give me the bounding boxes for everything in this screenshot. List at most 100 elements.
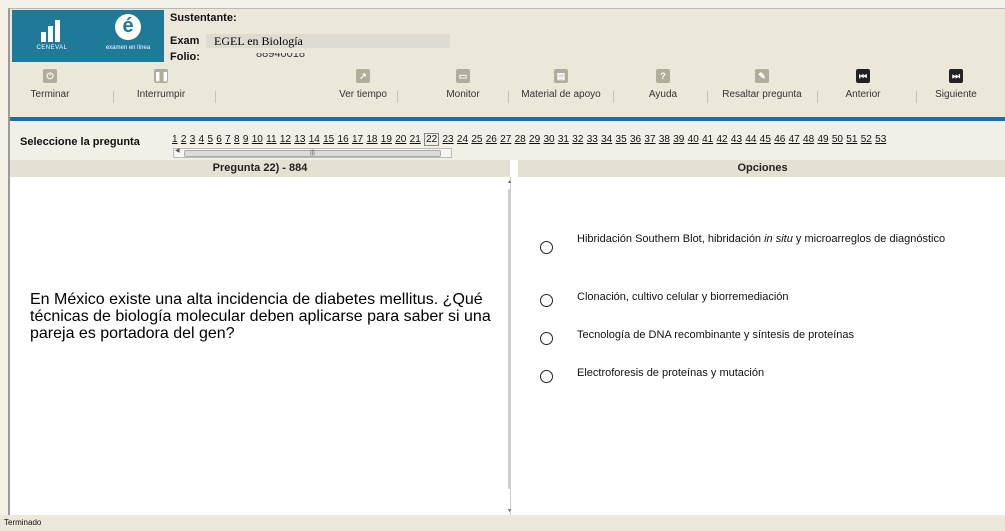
question-link-33[interactable]: 33 — [587, 134, 598, 145]
question-scrollbar[interactable]: ▲ ▼ — [506, 179, 514, 514]
question-link-19[interactable]: 19 — [381, 134, 392, 145]
scroll-left-icon[interactable]: ◀ — [175, 147, 180, 154]
scrollbar-thumb[interactable]: ||| — [184, 150, 441, 157]
option-3-radio[interactable] — [540, 332, 553, 345]
question-link-53[interactable]: 53 — [875, 134, 886, 145]
question-link-29[interactable]: 29 — [529, 134, 540, 145]
question-link-9[interactable]: 9 — [243, 134, 249, 145]
examen-value: EGEL en Biología — [206, 34, 450, 48]
material-apoyo-label: Material de apoyo — [521, 89, 601, 100]
ver-tiempo-button[interactable]: ↗ Ver tiempo — [328, 69, 398, 111]
interrumpir-button[interactable]: ❚❚ Interrumpir — [126, 69, 196, 111]
terminar-button[interactable]: ⏻ Terminar — [20, 69, 80, 111]
scroll-up-icon[interactable]: ▲ — [507, 179, 512, 185]
options-pane: Hibridación Southern Blot, hibridación i… — [518, 177, 1005, 516]
question-link-50[interactable]: 50 — [832, 134, 843, 145]
question-link-17[interactable]: 17 — [352, 134, 363, 145]
pause-icon: ❚❚ — [154, 69, 170, 83]
question-link-13[interactable]: 13 — [294, 134, 305, 145]
header: CENEVAL é examen en línea Sustentante: E… — [10, 9, 1005, 65]
toolbar: ⏻ Terminar ❚❚ Interrumpir ↗ Ver tiempo ▭… — [10, 65, 1005, 117]
question-link-35[interactable]: 35 — [616, 134, 627, 145]
option-2-radio[interactable] — [540, 294, 553, 307]
ayuda-label: Ayuda — [648, 89, 678, 100]
question-link-23[interactable]: 23 — [442, 134, 453, 145]
question-link-22[interactable]: 22 — [424, 133, 440, 146]
question-link-3[interactable]: 3 — [190, 134, 196, 145]
siguiente-label: Siguiente — [935, 89, 977, 100]
question-link-39[interactable]: 39 — [673, 134, 684, 145]
question-link-36[interactable]: 36 — [630, 134, 641, 145]
option-1-radio[interactable] — [540, 241, 553, 254]
material-apoyo-button[interactable]: ▤ Material de apoyo — [513, 69, 609, 111]
question-link-46[interactable]: 46 — [774, 134, 785, 145]
help-icon: ? — [656, 69, 670, 83]
previous-icon: ⏮ — [856, 69, 870, 83]
question-link-43[interactable]: 43 — [731, 134, 742, 145]
question-link-8[interactable]: 8 — [234, 134, 240, 145]
folio-value: 88940018 — [256, 53, 305, 58]
question-link-44[interactable]: 44 — [745, 134, 756, 145]
question-link-7[interactable]: 7 — [225, 134, 231, 145]
question-link-42[interactable]: 42 — [717, 134, 728, 145]
question-link-16[interactable]: 16 — [338, 134, 349, 145]
question-link-5[interactable]: 5 — [207, 134, 213, 145]
option-3-text: Tecnología de DNA recombinante y síntesi… — [577, 329, 854, 341]
question-link-2[interactable]: 2 — [181, 134, 187, 145]
question-link-15[interactable]: 15 — [323, 134, 334, 145]
e-logo-icon: é — [115, 14, 141, 40]
power-icon: ⏻ — [43, 69, 57, 83]
scroll-down-icon[interactable]: ▼ — [507, 508, 512, 514]
option-1-text: Hibridación Southern Blot, hibridación i… — [577, 233, 946, 245]
question-text: En México existe una alta incidencia de … — [30, 291, 491, 342]
question-link-18[interactable]: 18 — [366, 134, 377, 145]
question-link-1[interactable]: 1 — [172, 134, 178, 145]
question-link-10[interactable]: 10 — [252, 134, 263, 145]
question-list-scrollbar[interactable]: ◀ ||| — [173, 148, 452, 158]
question-link-26[interactable]: 26 — [486, 134, 497, 145]
question-link-37[interactable]: 37 — [644, 134, 655, 145]
question-link-25[interactable]: 25 — [471, 134, 482, 145]
monitor-button[interactable]: ▭ Monitor — [435, 69, 491, 111]
question-link-47[interactable]: 47 — [789, 134, 800, 145]
ayuda-button[interactable]: ? Ayuda — [638, 69, 688, 111]
question-link-52[interactable]: 52 — [861, 134, 872, 145]
question-scroll-thumb[interactable] — [508, 189, 511, 489]
question-link-6[interactable]: 6 — [216, 134, 222, 145]
logo-banner: CENEVAL é examen en línea — [12, 10, 164, 62]
option-4-radio[interactable] — [540, 370, 553, 383]
sustentante-label: Sustentante: — [170, 12, 237, 24]
examen-label: Exam — [170, 35, 200, 47]
question-link-20[interactable]: 20 — [395, 134, 406, 145]
resaltar-pregunta-button[interactable]: ✎ Resaltar pregunta — [714, 69, 810, 111]
ceneval-mark-icon — [37, 14, 67, 42]
question-link-11[interactable]: 11 — [266, 134, 276, 145]
document-icon: ▤ — [554, 69, 568, 83]
anterior-label: Anterior — [845, 89, 881, 100]
question-link-38[interactable]: 38 — [659, 134, 670, 145]
question-link-12[interactable]: 12 — [280, 134, 291, 145]
question-link-21[interactable]: 21 — [410, 134, 421, 145]
next-icon: ⏭ — [949, 69, 963, 83]
question-link-27[interactable]: 27 — [500, 134, 511, 145]
question-link-45[interactable]: 45 — [760, 134, 771, 145]
question-link-31[interactable]: 31 — [558, 134, 569, 145]
question-link-4[interactable]: 4 — [199, 134, 205, 145]
question-link-14[interactable]: 14 — [309, 134, 320, 145]
terminar-label: Terminar — [30, 89, 70, 100]
siguiente-button[interactable]: ⏭ Siguiente — [928, 69, 984, 111]
question-link-40[interactable]: 40 — [688, 134, 699, 145]
question-link-34[interactable]: 34 — [601, 134, 612, 145]
question-link-32[interactable]: 32 — [572, 134, 583, 145]
question-link-51[interactable]: 51 — [846, 134, 857, 145]
question-link-24[interactable]: 24 — [457, 134, 468, 145]
options-header: Opciones — [518, 160, 1005, 177]
question-number-list: 1 2 3 4 5 6 7 8 9 10 11 12 13 14 15 16 17 18 19 20 21 22 23 24 2… — [172, 133, 890, 146]
question-link-48[interactable]: 48 — [803, 134, 814, 145]
monitor-icon: ▭ — [456, 69, 470, 83]
question-link-30[interactable]: 30 — [543, 134, 554, 145]
anterior-button[interactable]: ⏮ Anterior — [835, 69, 891, 111]
question-link-28[interactable]: 28 — [515, 134, 526, 145]
question-link-41[interactable]: 41 — [702, 134, 713, 145]
question-link-49[interactable]: 49 — [817, 134, 828, 145]
